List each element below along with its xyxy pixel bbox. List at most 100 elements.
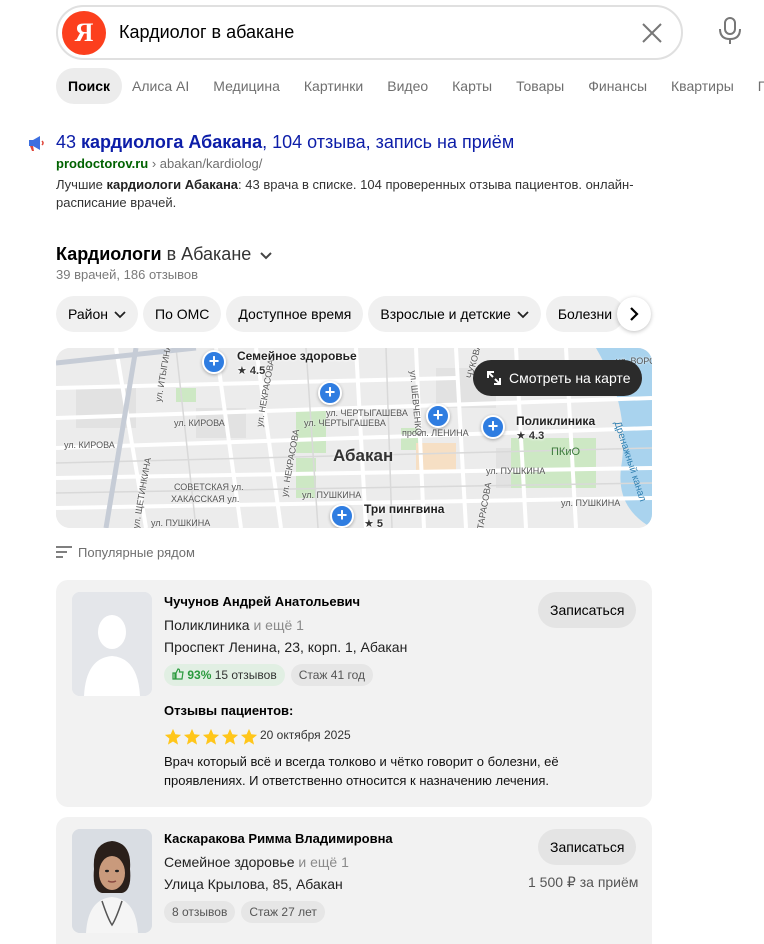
filter-oms[interactable]: По ОМС	[143, 296, 222, 332]
doctor-portrait	[72, 829, 152, 933]
tab-apartments[interactable]: Квартиры	[659, 68, 746, 104]
star-icon	[240, 728, 258, 745]
doctor-name[interactable]: Каскаракова Римма Владимировна	[164, 831, 393, 846]
filter-age-label: Взрослые и детские	[380, 306, 511, 322]
filters-next-button[interactable]	[617, 297, 651, 331]
price-value: 1 500 ₽ за приём	[528, 874, 639, 890]
pin-rating-value: 5	[376, 518, 384, 528]
pin-rating-value: 4.5	[249, 365, 266, 377]
street-label: ул. ПУШКИНА	[302, 490, 362, 500]
clinic-more[interactable]: и ещё 1	[250, 617, 304, 633]
thumbs-up-icon	[172, 668, 184, 680]
tab-goods[interactable]: Товары	[504, 68, 576, 104]
reviews-header: Отзывы пациентов:	[164, 703, 294, 718]
map-pin[interactable]: +	[330, 504, 354, 528]
result-path: › abakan/kardiolog/	[148, 156, 263, 171]
result-url[interactable]: prodoctorov.ru › abakan/kardiolog/	[56, 156, 262, 171]
section-title[interactable]: Кардиологи в Абакане	[56, 244, 273, 265]
review-date: 20 октября 2025	[260, 728, 351, 742]
chevron-down-icon	[114, 311, 126, 319]
sort-icon	[56, 546, 72, 558]
map-pin-label[interactable]: Три пингвина ★ 5	[364, 502, 444, 528]
tab-maps[interactable]: Карты	[440, 68, 504, 104]
experience-badge: Стаж 41 год	[290, 664, 374, 686]
doctor-badges: 8 отзывов Стаж 27 лет	[164, 901, 331, 923]
tab-images[interactable]: Картинки	[292, 68, 375, 104]
doctor-name[interactable]: Чучунов Андрей Анатольевич	[164, 594, 360, 609]
street-label: ул. КИРОВА	[174, 418, 225, 428]
filter-district[interactable]: Район	[56, 296, 138, 332]
review-text: Врач который всё и всегда толково и чётк…	[164, 754, 559, 788]
search-bar[interactable]: Я Кардиолог в абакане	[56, 5, 683, 60]
tab-finance[interactable]: Финансы	[576, 68, 659, 104]
filter-chips: Район По ОМС Доступное время Взрослые и дет…	[56, 296, 652, 332]
map-pin[interactable]: +	[318, 381, 342, 405]
chevron-down-icon	[517, 311, 529, 319]
yandex-logo[interactable]: Я	[62, 11, 106, 55]
pin-rating: ★ 5	[364, 518, 384, 528]
park-label: ПКиО	[551, 446, 581, 458]
street-label: ул. ЧЕРТЫГАШЕВА	[304, 418, 386, 428]
doctor-card[interactable]: Чучунов Андрей Анатольевич Поликлиника и…	[56, 580, 652, 807]
clinic-more[interactable]: и ещё 1	[294, 854, 349, 870]
search-input[interactable]: Кардиолог в абакане	[119, 22, 294, 43]
result-title-post: , 104 отзыва, запись на приём	[262, 132, 515, 152]
megaphone-icon	[29, 136, 44, 151]
doctor-card[interactable]: Каскаракова Римма Владимировна Семейное …	[56, 817, 652, 944]
review-count-badge[interactable]: 8 отзывов	[164, 901, 236, 923]
map-pin[interactable]: +	[481, 415, 505, 439]
star-icon	[202, 728, 220, 745]
star-icon	[221, 728, 239, 745]
desc-pre: Лучшие	[56, 177, 107, 192]
open-map-button[interactable]: Смотреть на карте	[473, 360, 643, 396]
doctor-address: Улица Крылова, 85, Абакан	[164, 876, 343, 892]
pin-rating: ★ 4.5	[237, 365, 266, 377]
positive-percent: 93%	[187, 668, 212, 682]
section-title-main: Кардиологи	[56, 244, 162, 264]
doctor-clinic: Семейное здоровье и ещё 1	[164, 854, 349, 870]
filter-age[interactable]: Взрослые и детские	[368, 296, 541, 332]
map-pin-label[interactable]: Семейное здоровье ★ 4.5	[237, 349, 357, 377]
map-pin[interactable]: +	[202, 350, 226, 374]
street-label: ул. ПУШКИНА	[151, 518, 211, 528]
result-domain[interactable]: prodoctorov.ru	[56, 156, 148, 171]
tab-search[interactable]: Поиск	[56, 68, 123, 104]
tab-video[interactable]: Видео	[375, 68, 440, 104]
tab-alice[interactable]: Алиса AI	[120, 68, 201, 104]
map-pin[interactable]: +	[426, 404, 450, 428]
street-label: просп. ЛЕНИНА	[402, 428, 469, 438]
book-button[interactable]: Записаться	[538, 592, 637, 628]
result-title-link[interactable]: 43 кардиолога Абакана, 104 отзыва, запис…	[56, 132, 514, 153]
street-label: ул. КИРОВА	[64, 440, 115, 450]
rating-badge[interactable]: 93% 15 отзывов	[164, 664, 285, 686]
map-city-label: Абакан	[333, 446, 394, 465]
street-label: ХАКАССКАЯ ул.	[171, 494, 240, 504]
tab-more[interactable]: П	[746, 68, 764, 104]
result-title-bold: кардиолога Абакана	[81, 132, 263, 152]
doctor-photo[interactable]	[72, 829, 152, 933]
doctor-address: Проспект Ленина, 23, корп. 1, Абакан	[164, 639, 408, 655]
pin-name: Поликлиника	[516, 414, 596, 428]
appointment-price: 1 500 ₽ за приём	[528, 874, 638, 891]
street-label: ул. ПУШКИНА	[486, 466, 546, 476]
map-preview[interactable]: ул. ИТЫГИНА ул. КИРОВА ул. КИРОВА ул. ЧЕ…	[56, 348, 652, 528]
open-map-label: Смотреть на карте	[509, 370, 631, 386]
book-button[interactable]: Записаться	[538, 829, 637, 865]
city-selector[interactable]: в Абакане	[162, 244, 252, 264]
search-tabs: Поиск Алиса AI Медицина Картинки Видео К…	[56, 68, 764, 104]
experience-badge: Стаж 27 лет	[241, 901, 325, 923]
sort-label: Популярные рядом	[78, 545, 195, 560]
sort-popular[interactable]: Популярные рядом	[56, 545, 195, 560]
star-icon	[164, 728, 182, 745]
expand-icon	[487, 371, 501, 385]
microphone-icon[interactable]	[716, 16, 744, 46]
tab-medicine[interactable]: Медицина	[201, 68, 292, 104]
chevron-down-icon[interactable]	[260, 250, 273, 260]
map-pin-label[interactable]: Поликлиника ★ 4.3	[516, 414, 595, 442]
clear-icon[interactable]	[641, 22, 663, 44]
star-icon	[183, 728, 201, 745]
filter-diseases[interactable]: Болезни	[545, 296, 625, 332]
doctor-avatar-placeholder[interactable]	[72, 592, 152, 696]
result-description: Лучшие кардиологи Абакана: 43 врача в сп…	[56, 176, 656, 212]
filter-available-time[interactable]: Доступное время	[226, 296, 364, 332]
